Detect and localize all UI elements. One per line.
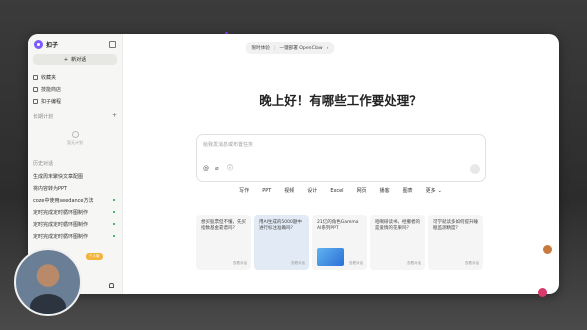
history-item[interactable]: 定时完成定时循环图制作: [33, 233, 117, 240]
app-window: 扣子 + 新对话 收藏夹 技能商店 扣子编程 长期计划 + 暂无计划 历史对话 …: [28, 34, 559, 294]
promo-tag: 限时体验: [251, 46, 270, 51]
chevron-right-icon: ›: [326, 45, 329, 51]
suggestion-card[interactable]: 可学就读多如何提升睡眠监测精度？ 查看对话: [428, 215, 483, 270]
empty-icon: [71, 131, 79, 138]
main-content: 限时体验 | 一键部署 OpenClaw › 晚上好！有哪些工作要处理？ 给我发…: [122, 34, 559, 294]
chevron-down-icon: ⌄: [437, 187, 442, 194]
input-placeholder: 给我发消息或布置任务: [203, 142, 254, 148]
tab-video[interactable]: 视频: [284, 187, 294, 194]
history-item[interactable]: 定时完成定时循环图制作: [33, 209, 117, 216]
bell-icon[interactable]: [109, 283, 114, 288]
send-button[interactable]: [470, 164, 480, 174]
code-icon: [33, 99, 38, 104]
tab-webpage[interactable]: 网页: [357, 187, 367, 194]
suggestion-card[interactable]: 用AI生成的5000题中进行标注准确吗？ 查看对话: [254, 215, 309, 270]
status-dot: [113, 211, 115, 213]
mention-icon[interactable]: @: [203, 166, 209, 172]
sidebar-item-favorites[interactable]: 收藏夹: [33, 74, 56, 81]
add-task-icon[interactable]: +: [112, 112, 117, 119]
suggestion-card[interactable]: 想买股票但不懂，先买指数基金靠谱吗？ 查看对话: [196, 215, 251, 270]
promo-divider: |: [273, 45, 276, 51]
new-chat-label: 新对话: [71, 57, 87, 63]
tab-chart[interactable]: 图表: [403, 187, 413, 194]
upgrade-badge[interactable]: 个人版: [86, 253, 103, 260]
history-item[interactable]: 将内容转为PPT: [33, 185, 117, 192]
tab-podcast[interactable]: 播客: [380, 187, 390, 194]
card-thumbnail: [317, 248, 344, 266]
sidebar-item-coze-coding[interactable]: 扣子编程: [33, 98, 61, 105]
skill-tabs: 写作 PPT 视频 设计 Excel 网页 播客 图表 更多 ⌄: [122, 187, 559, 195]
app-name: 扣子: [46, 42, 59, 49]
history-item[interactable]: 定时完成定时循环图制作: [33, 221, 117, 228]
promo-text: 一键部署 OpenClaw: [279, 46, 323, 51]
floating-action-button[interactable]: [543, 245, 552, 254]
brand: 扣子: [34, 40, 58, 49]
status-dot: [113, 223, 115, 225]
history-item[interactable]: 生成周末聚快文章配图: [33, 173, 117, 180]
suggestion-card[interactable]: 21亿的角色Gamma AI系列PPT 查看对话: [312, 215, 367, 270]
plus-icon: +: [63, 56, 69, 63]
sidebar-collapse-icon[interactable]: [109, 41, 116, 48]
logo-icon: [34, 40, 43, 49]
tab-excel[interactable]: Excel: [330, 187, 343, 194]
tasks-section-label: 长期计划: [33, 114, 54, 120]
status-dot: [113, 199, 115, 201]
floating-assistant-icon[interactable]: [538, 288, 547, 297]
webcam-overlay: [14, 248, 82, 316]
greeting-title: 晚上好！有哪些工作要处理？: [259, 93, 422, 108]
new-chat-button[interactable]: + 新对话: [33, 54, 117, 65]
tab-design[interactable]: 设计: [307, 187, 317, 194]
folder-icon: [33, 75, 38, 80]
tab-more[interactable]: 更多 ⌄: [426, 187, 442, 195]
tab-ppt[interactable]: PPT: [262, 187, 271, 194]
idea-icon[interactable]: ⓘ: [227, 166, 233, 172]
suggestion-card[interactable]: 咱啊研读书，经撤者的是爱情的花果吗？ 查看对话: [370, 215, 425, 270]
sidebar-item-skill-store[interactable]: 技能商店: [33, 86, 61, 93]
store-icon: [33, 87, 38, 92]
message-input[interactable]: 给我发消息或布置任务 @ ⌀ ⓘ: [196, 134, 486, 182]
suggestion-cards: 想买股票但不懂，先买指数基金靠谱吗？ 查看对话 用AI生成的5000题中进行标注…: [196, 215, 483, 270]
promo-banner[interactable]: 限时体验 | 一键部署 OpenClaw ›: [245, 42, 335, 54]
history-item[interactable]: coze中使用seedance方法: [33, 197, 117, 204]
status-dot: [113, 235, 115, 237]
tasks-empty-state: 暂无计划: [28, 131, 122, 146]
tab-writing[interactable]: 写作: [239, 187, 249, 194]
attach-icon[interactable]: ⌀: [215, 166, 221, 172]
history-section-label: 历史对话: [33, 161, 54, 167]
